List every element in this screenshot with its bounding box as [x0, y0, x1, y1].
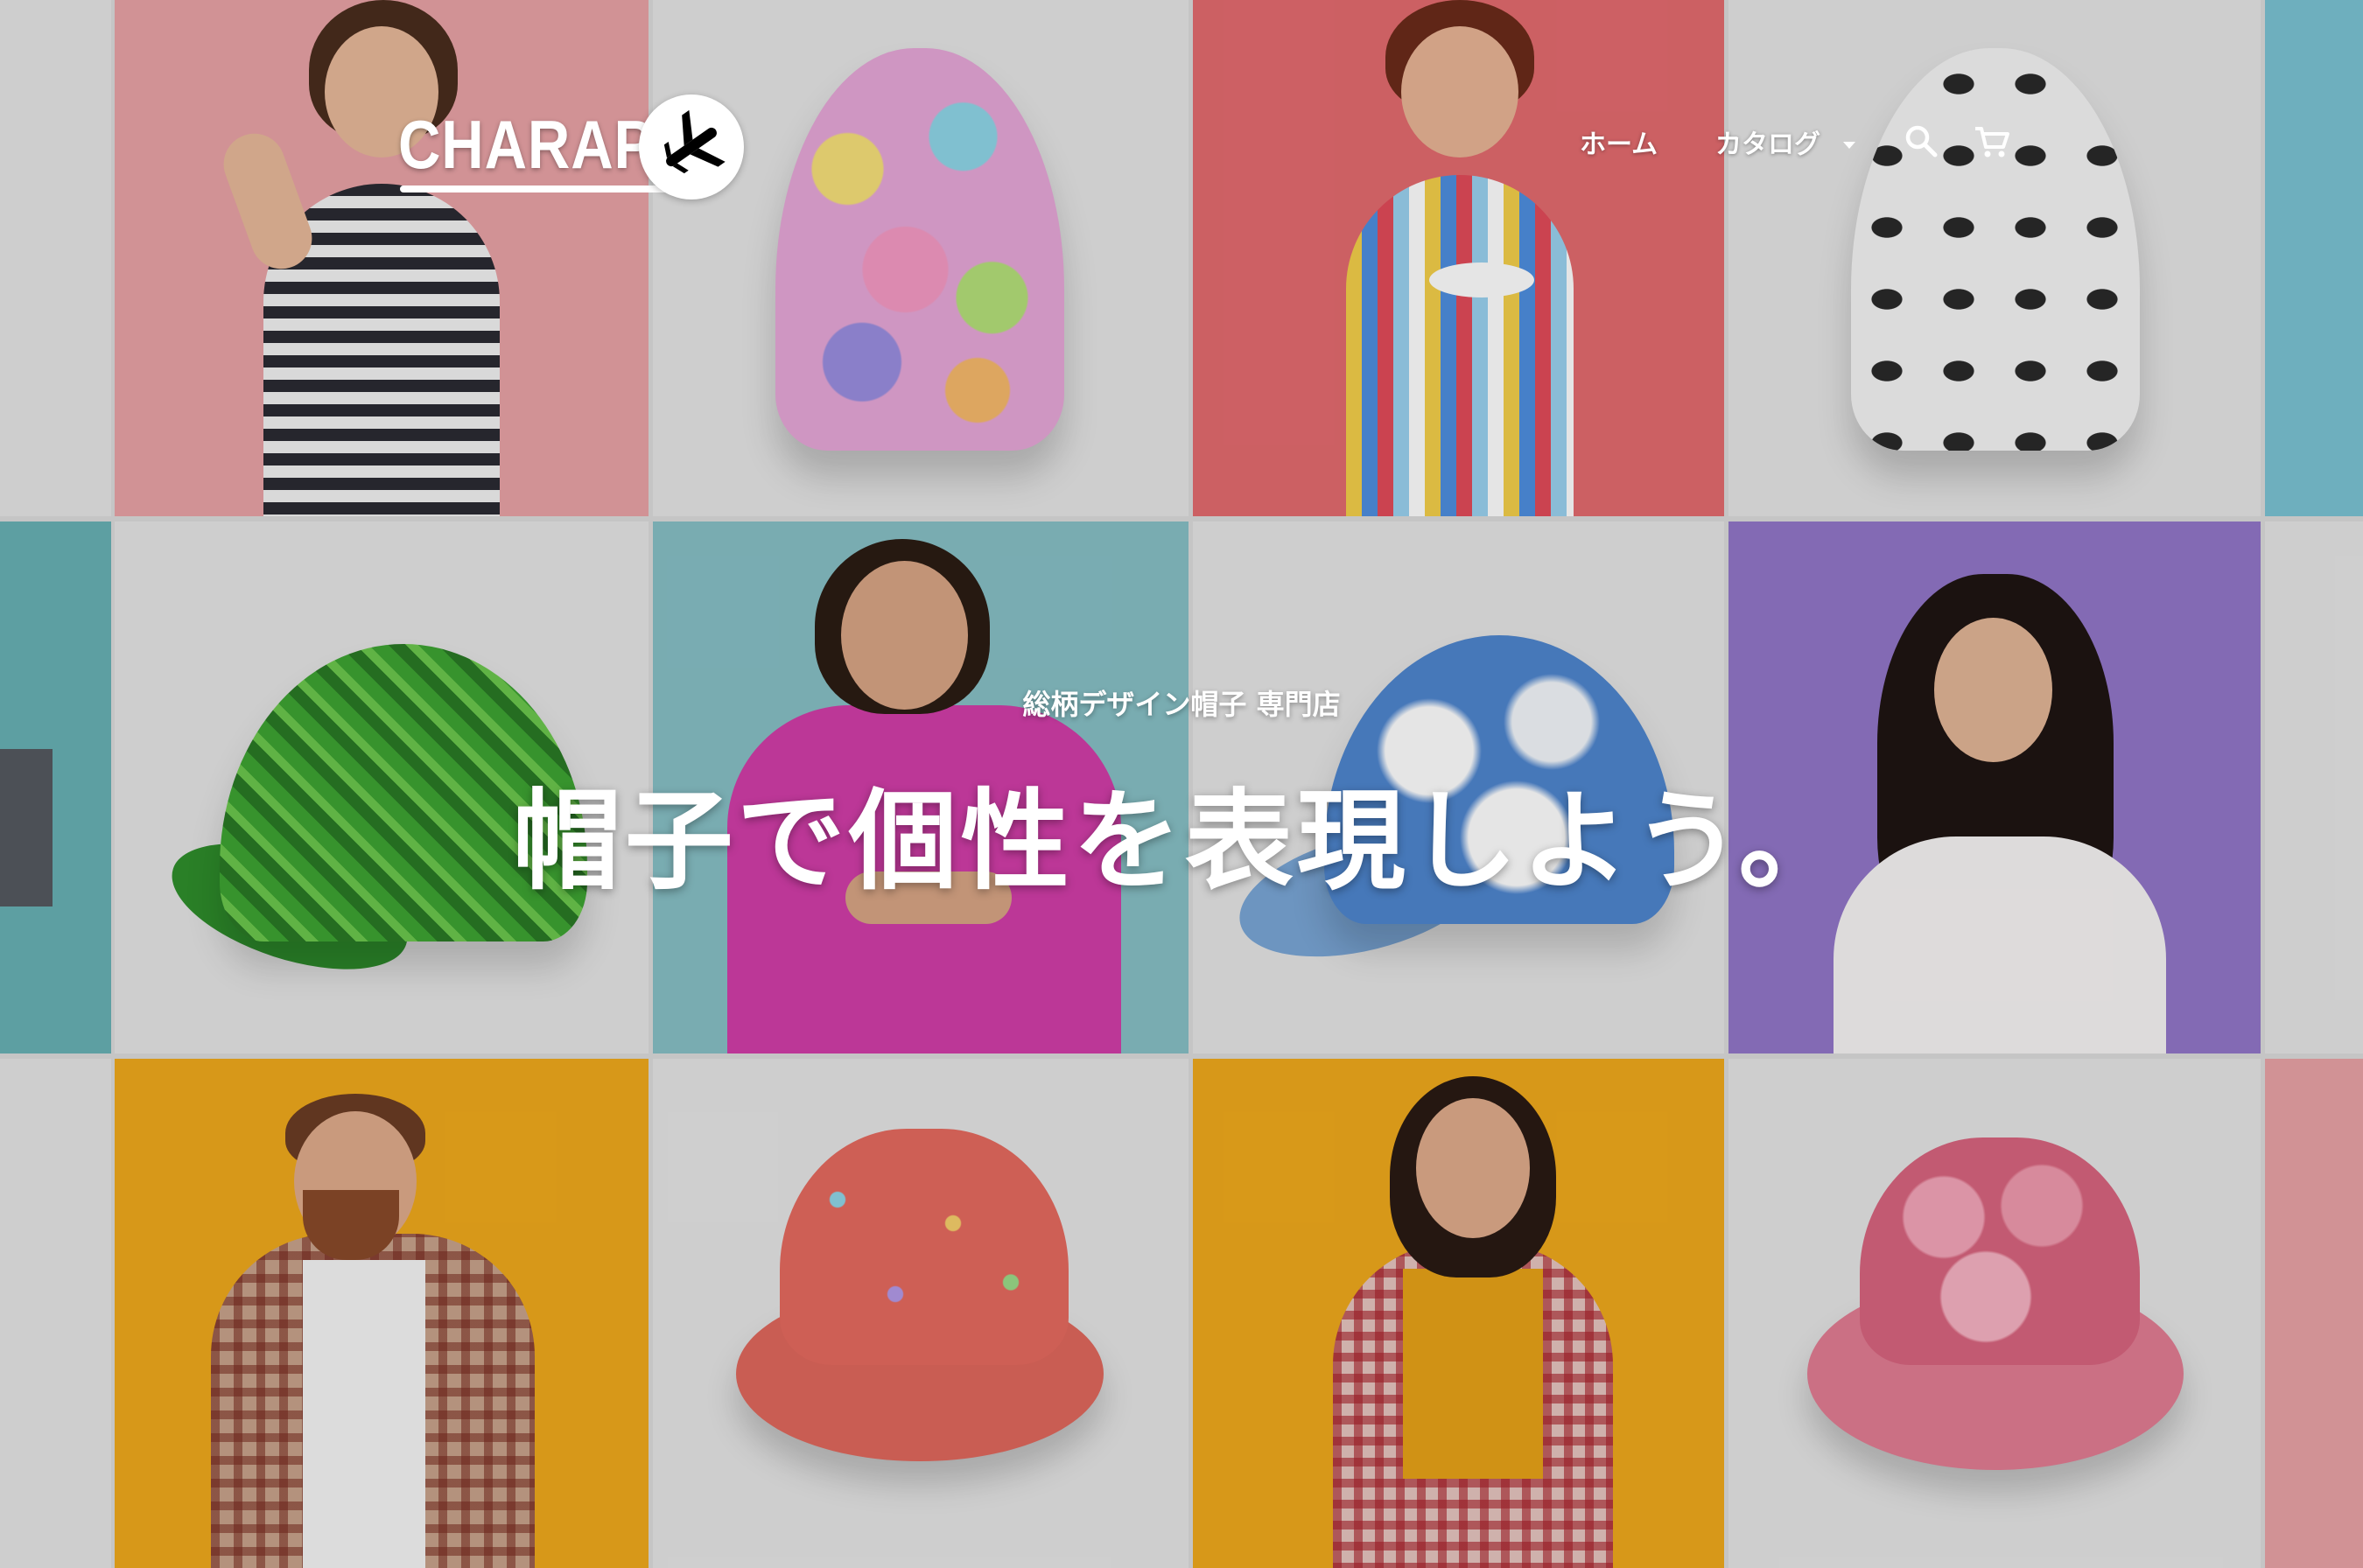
cart-button[interactable] — [1973, 122, 2011, 161]
logo-text: CHARAP — [398, 106, 655, 183]
site-logo[interactable]: CHARAP — [398, 94, 748, 200]
cart-icon — [1975, 127, 2009, 158]
hero-title: 帽子で個性を表現しよう。 — [512, 779, 1851, 905]
search-button[interactable] — [1903, 122, 1941, 161]
hero-subtitle: 総柄デザイン帽子 専門店 — [1022, 688, 1341, 721]
nav-home-link[interactable]: ホーム — [1580, 122, 1658, 166]
search-icon — [1905, 125, 1938, 158]
logo-underline — [400, 186, 680, 192]
nav-catalog-link[interactable]: カタログ — [1715, 122, 1820, 166]
plane-icon — [639, 94, 744, 200]
chevron-down-icon[interactable] — [1843, 142, 1855, 149]
